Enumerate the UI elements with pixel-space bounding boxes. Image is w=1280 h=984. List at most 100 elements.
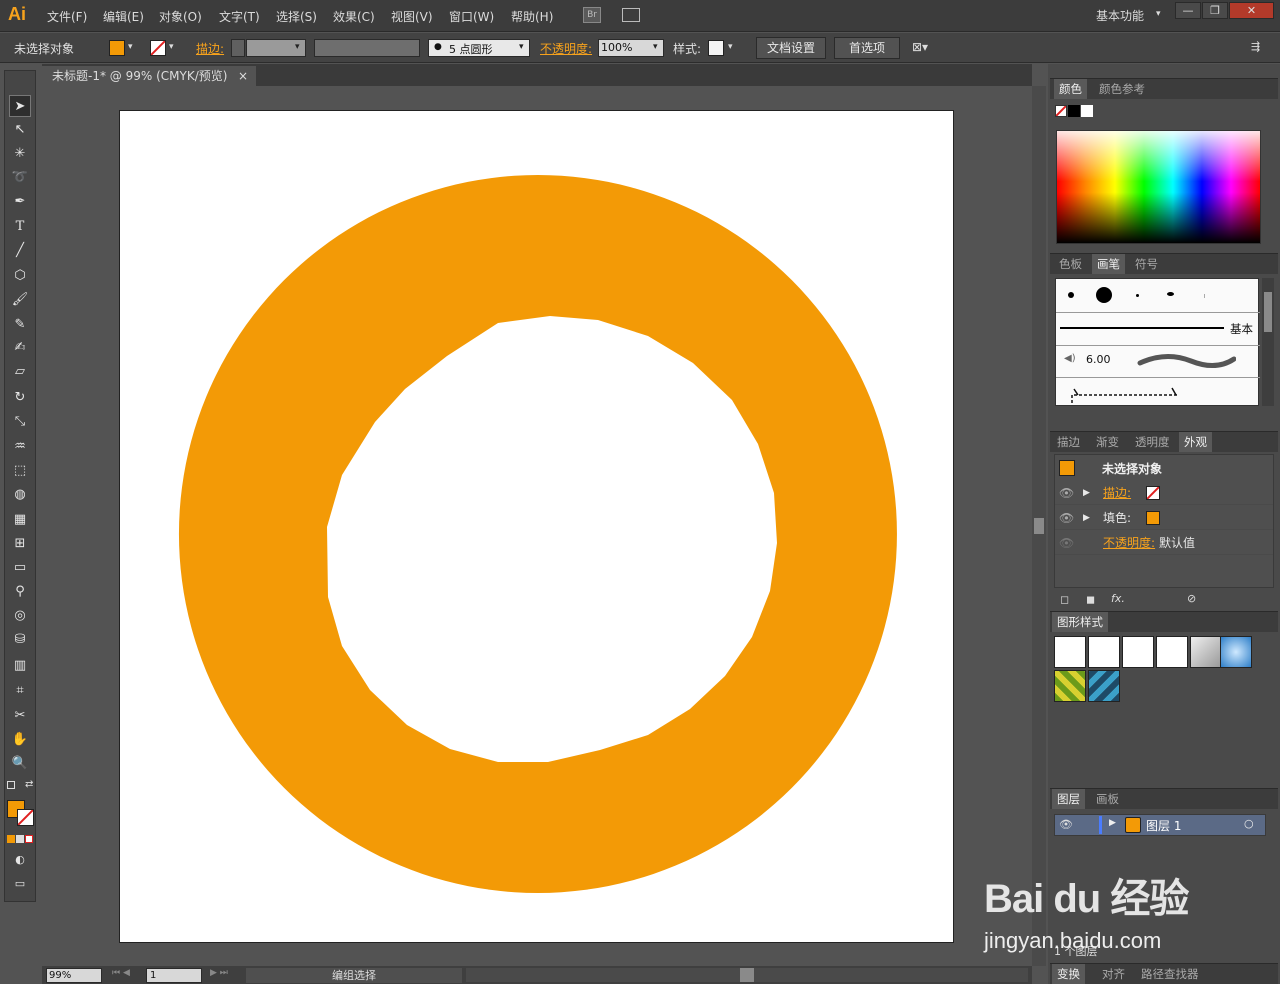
- menu-file[interactable]: 文件(F): [47, 8, 87, 25]
- tab-transparency[interactable]: 透明度: [1130, 432, 1175, 452]
- tab-appearance[interactable]: 外观: [1179, 432, 1212, 452]
- black-swatch[interactable]: [1068, 105, 1080, 117]
- eye-icon[interactable]: 👁: [1059, 818, 1073, 831]
- style-green-pattern[interactable]: [1054, 670, 1086, 702]
- blend-tool-icon[interactable]: ◎: [9, 605, 31, 627]
- tab-brushes[interactable]: 画笔: [1092, 254, 1125, 274]
- panel-menu-icon[interactable]: ⇶: [1251, 40, 1260, 53]
- menu-select[interactable]: 选择(S): [276, 8, 317, 25]
- menu-window[interactable]: 窗口(W): [449, 8, 494, 25]
- symbol-sprayer-icon[interactable]: ⛁: [9, 629, 31, 651]
- menu-help[interactable]: 帮助(H): [511, 8, 553, 25]
- doc-setup-button[interactable]: 文档设置: [756, 37, 826, 59]
- artboard-number-field[interactable]: 1: [146, 968, 202, 983]
- round-brush-tiny[interactable]: [1136, 294, 1139, 297]
- clear-appearance-icon[interactable]: ⊘: [1187, 592, 1196, 605]
- fx-icon[interactable]: fx.: [1111, 592, 1125, 605]
- none-color-swatch[interactable]: [1055, 105, 1067, 117]
- layer-row[interactable]: 👁 ▶ 图层 1 ○: [1054, 814, 1266, 836]
- style-white[interactable]: [1122, 636, 1154, 668]
- restore-button[interactable]: ❐: [1202, 2, 1228, 19]
- basic-brush-stroke[interactable]: [1060, 327, 1224, 329]
- hairline-brush[interactable]: [1204, 294, 1205, 298]
- tab-align[interactable]: 对齐: [1097, 964, 1130, 984]
- target-icon[interactable]: ○: [1244, 817, 1254, 830]
- eye-icon[interactable]: 👁: [1059, 506, 1074, 530]
- artboard-tool-icon[interactable]: ⌗: [9, 680, 31, 702]
- expand-arrow-icon[interactable]: ▶: [1083, 506, 1090, 530]
- fill-row-swatch[interactable]: [1146, 511, 1160, 525]
- default-colors-icon[interactable]: [7, 781, 15, 789]
- none-mode-icon[interactable]: [25, 835, 33, 843]
- appearance-stroke-row[interactable]: 👁 ▶ 描边:: [1055, 481, 1273, 505]
- brushes-scrollbar[interactable]: [1262, 278, 1274, 406]
- opacity-label[interactable]: 不透明度:: [540, 40, 592, 57]
- screen-mode-icon[interactable]: ▭: [9, 873, 31, 895]
- new-stroke-icon[interactable]: ◻: [1060, 593, 1069, 606]
- tab-graphic-styles[interactable]: 图形样式: [1052, 612, 1108, 632]
- close-window-button[interactable]: ✕: [1229, 2, 1274, 19]
- style-blue-gradient[interactable]: [1220, 636, 1252, 668]
- perspective-grid-icon[interactable]: ▦: [9, 509, 31, 531]
- stroke-row-label[interactable]: 描边:: [1103, 481, 1131, 505]
- chevron-down-icon[interactable]: ▾: [128, 42, 133, 52]
- graph-tool-icon[interactable]: ▥: [9, 655, 31, 677]
- menu-effect[interactable]: 效果(C): [333, 8, 375, 25]
- horizontal-scroll-thumb[interactable]: [740, 968, 754, 982]
- workspace-switcher[interactable]: 基本功能: [1096, 7, 1144, 24]
- zoom-tool-icon[interactable]: 🔍: [9, 753, 31, 775]
- selection-tool-icon[interactable]: ➤: [9, 95, 31, 117]
- minimize-button[interactable]: —: [1175, 2, 1201, 19]
- style-stroke[interactable]: [1156, 636, 1188, 668]
- chevron-down-icon[interactable]: ▾: [653, 42, 658, 52]
- tab-stroke[interactable]: 描边: [1052, 432, 1085, 452]
- line-tool-icon[interactable]: ╱: [9, 240, 31, 262]
- artboard[interactable]: [119, 110, 954, 943]
- color-mode-icon[interactable]: [7, 835, 15, 843]
- menu-type[interactable]: 文字(T): [219, 8, 260, 25]
- vertical-scroll-thumb[interactable]: [1034, 518, 1044, 534]
- scale-tool-icon[interactable]: ⤡: [9, 411, 31, 433]
- stroke-label[interactable]: 描边:: [196, 40, 224, 57]
- expand-arrow-icon[interactable]: ▶: [1109, 818, 1116, 828]
- layer-name[interactable]: 图层 1: [1146, 817, 1181, 834]
- arrange-docs-icon[interactable]: [622, 8, 640, 22]
- new-fill-icon[interactable]: ◼: [1086, 593, 1095, 606]
- stroke-swatch[interactable]: [150, 40, 166, 56]
- appearance-opacity-row[interactable]: 👁 不透明度: 默认值: [1055, 531, 1273, 555]
- chevron-down-icon[interactable]: ▾: [519, 42, 524, 52]
- style-gray-gradient[interactable]: [1190, 636, 1222, 668]
- stroke-weight-stepper[interactable]: [231, 39, 245, 57]
- white-swatch[interactable]: [1081, 105, 1093, 117]
- stroke-row-swatch[interactable]: [1146, 486, 1160, 500]
- tab-color[interactable]: 颜色: [1054, 79, 1087, 99]
- eraser-icon[interactable]: ▱: [9, 361, 31, 383]
- first-page-icon[interactable]: ⏮ ◀: [112, 968, 130, 978]
- warp-tool-icon[interactable]: ♒: [9, 436, 31, 458]
- hand-tool-icon[interactable]: ✋: [9, 729, 31, 751]
- rotate-tool-icon[interactable]: ↻: [9, 387, 31, 409]
- fill-swatch[interactable]: [109, 40, 125, 56]
- tab-symbols[interactable]: 符号: [1130, 254, 1163, 274]
- draw-mode-icon[interactable]: ◐: [9, 849, 31, 871]
- shape-builder-icon[interactable]: ◍: [9, 484, 31, 506]
- free-transform-icon[interactable]: ⬚: [9, 460, 31, 482]
- tab-transform[interactable]: 变换: [1052, 964, 1085, 984]
- eye-icon[interactable]: 👁: [1059, 531, 1074, 555]
- type-tool-icon[interactable]: T: [9, 216, 31, 238]
- document-tab[interactable]: 未标题-1* @ 99% (CMYK/预览) ×: [42, 66, 256, 86]
- magic-wand-icon[interactable]: ✳: [9, 143, 31, 165]
- chevron-down-icon[interactable]: ▾: [728, 42, 733, 52]
- color-spectrum[interactable]: [1056, 130, 1261, 244]
- menu-object[interactable]: 对象(O): [159, 8, 202, 25]
- eyedropper-icon[interactable]: ⚲: [9, 581, 31, 603]
- lasso-icon[interactable]: ➰: [9, 167, 31, 189]
- style-blue-pattern[interactable]: [1088, 670, 1120, 702]
- chevron-down-icon[interactable]: ▾: [295, 42, 300, 52]
- chevron-down-icon[interactable]: ▾: [169, 42, 174, 52]
- calligraphic-brush[interactable]: [1167, 292, 1174, 296]
- style-default[interactable]: [1054, 636, 1086, 668]
- pen-tool-icon[interactable]: ✒: [9, 191, 31, 213]
- tab-pathfinder[interactable]: 路径查找器: [1136, 964, 1204, 984]
- style-none-fill[interactable]: [1088, 636, 1120, 668]
